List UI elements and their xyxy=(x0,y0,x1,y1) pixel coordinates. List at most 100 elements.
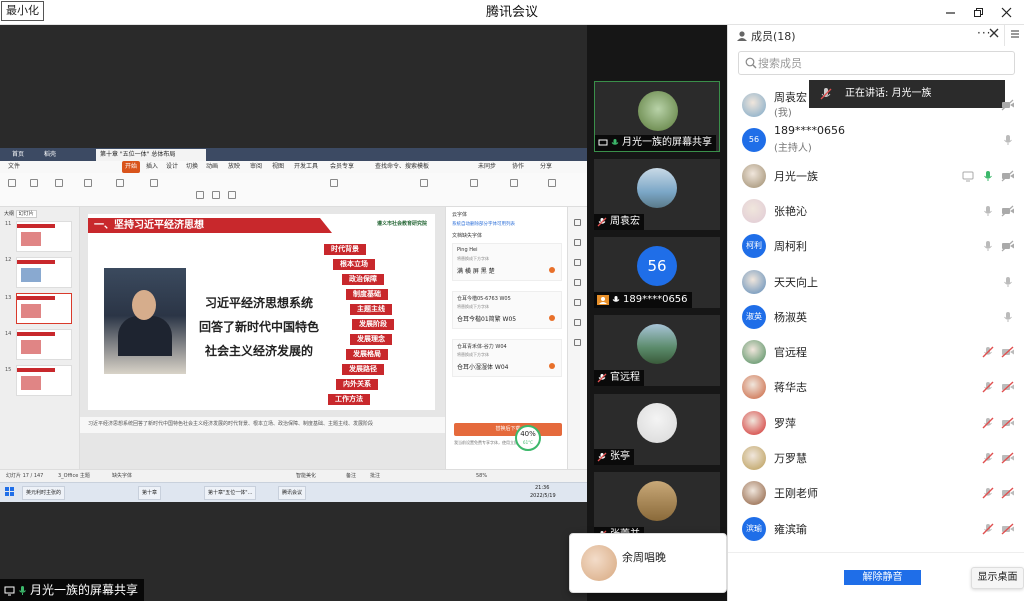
avatar xyxy=(637,403,677,443)
member-name: 王刚老师 xyxy=(774,487,818,501)
video-muted-icon xyxy=(1001,523,1014,535)
video-off-icon[interactable] xyxy=(1001,239,1015,253)
wps-tab-home: 首页 xyxy=(12,151,25,158)
member-row[interactable]: 张艳沁 xyxy=(728,194,1024,229)
member-row[interactable]: 56 189****0656 (主持人) xyxy=(728,123,1024,158)
video-muted-icon xyxy=(1001,417,1014,429)
member-row[interactable]: 天天向上 xyxy=(728,265,1024,300)
search-input[interactable] xyxy=(758,55,938,72)
picture-icon xyxy=(510,179,518,187)
video-muted-icon xyxy=(1001,346,1014,358)
mic-muted-icon[interactable] xyxy=(981,416,995,430)
mic-muted-icon[interactable] xyxy=(981,345,995,359)
avatar xyxy=(742,481,766,506)
video-muted-icon[interactable] xyxy=(1001,416,1015,430)
video-muted-icon xyxy=(1001,381,1014,393)
window-controls xyxy=(936,0,1020,25)
mic-icon[interactable] xyxy=(1001,275,1015,289)
mic-icon[interactable] xyxy=(981,204,995,218)
mic-muted-icon xyxy=(597,217,607,227)
close-button[interactable] xyxy=(992,0,1020,25)
member-row[interactable]: 柯利 周柯利 xyxy=(728,229,1024,264)
avatar xyxy=(581,545,617,581)
mic-icon[interactable] xyxy=(981,239,995,253)
close-icon xyxy=(989,28,999,38)
taskbar-item: 英元利时主张的 xyxy=(22,486,66,500)
wps-menu-item: 开始 xyxy=(122,161,141,173)
video-muted-icon[interactable] xyxy=(1001,451,1015,465)
mic-icon[interactable] xyxy=(1001,133,1015,147)
paste-icon xyxy=(8,179,16,187)
member-row[interactable]: 万罗慧 xyxy=(728,441,1024,476)
member-panel-footer: 解除静音 显示桌面 xyxy=(728,552,1024,601)
member-status-icons xyxy=(1001,133,1015,147)
screen-share-area[interactable]: 首页 稻壳 第十章 "五位一体" 总体布局 文件 开始 插入 设计 切换 动画 … xyxy=(0,25,587,601)
member-row[interactable]: 淑英 杨淑英 xyxy=(728,300,1024,335)
wps-toolbar xyxy=(0,173,587,207)
sharer-label: 月光一族的屏幕共享 xyxy=(0,579,145,601)
avatar xyxy=(742,375,766,400)
mic-active-icon[interactable] xyxy=(981,169,995,183)
keyword-tag: 制度基础 xyxy=(346,289,388,300)
screen-share-icon xyxy=(962,171,974,182)
mic-icon[interactable] xyxy=(1001,310,1015,324)
mic-muted-icon[interactable] xyxy=(981,380,995,394)
member-row[interactable]: 王刚老师 xyxy=(728,476,1024,511)
member-row[interactable]: 周袁宏 (我) xyxy=(728,88,1024,123)
close-panel-button[interactable] xyxy=(989,26,999,42)
member-panel-header: 成员(18) ··· xyxy=(728,25,1024,46)
avatar xyxy=(742,269,766,294)
video-off-icon[interactable] xyxy=(1001,98,1015,112)
restore-icon xyxy=(973,8,983,17)
avatar: 56 xyxy=(637,246,677,286)
wps-menu-item: 会员专享 xyxy=(330,163,355,170)
window-title: 腾讯会议 xyxy=(485,5,538,20)
video-tile[interactable]: 周袁宏 xyxy=(594,159,720,230)
member-row[interactable]: 蒋华志 xyxy=(728,370,1024,405)
video-tile[interactable]: 月光一族的屏幕共享 xyxy=(594,81,720,152)
video-off-icon[interactable] xyxy=(1001,169,1015,183)
search-icon xyxy=(745,57,757,69)
side-tool-icon xyxy=(574,339,581,346)
show-desktop-button[interactable]: 显示桌面 xyxy=(971,567,1024,589)
wps-menu-item: 设计 xyxy=(166,163,179,170)
keyword-tag: 内外关系 xyxy=(336,379,378,390)
screen-icon[interactable] xyxy=(961,169,975,183)
member-row[interactable]: 官远程 xyxy=(728,335,1024,370)
mic-muted-icon[interactable] xyxy=(981,486,995,500)
bold-icon xyxy=(196,191,204,199)
clock-date: 2022/5/19 xyxy=(530,493,556,499)
new-slide-icon xyxy=(116,179,124,187)
member-name: 官远程 xyxy=(774,346,807,360)
mic-muted-icon[interactable] xyxy=(981,522,995,536)
wps-menu-item: 审阅 xyxy=(250,163,263,170)
member-name: 天天向上 xyxy=(774,275,818,289)
tile-name-label: 周袁宏 xyxy=(594,214,644,230)
video-tile[interactable]: 官远程 xyxy=(594,315,720,386)
video-muted-icon[interactable] xyxy=(1001,345,1015,359)
video-muted-icon[interactable] xyxy=(1001,380,1015,394)
performance-circle: 40% 61°C xyxy=(515,425,541,451)
member-row[interactable]: 滨瑜 雍滨瑜 xyxy=(728,512,1024,547)
panel-menu-button[interactable] xyxy=(1004,25,1024,46)
tile-name-label: 张亭 xyxy=(594,449,634,465)
unmute-all-button[interactable]: 解除静音 xyxy=(844,570,921,585)
video-tile[interactable]: 张亭 xyxy=(594,394,720,465)
video-muted-icon[interactable] xyxy=(1001,522,1015,536)
restore-button[interactable] xyxy=(964,0,992,25)
minimize-button[interactable] xyxy=(936,0,964,25)
slide-text-line: 社会主义经济发展的 xyxy=(204,344,313,358)
member-panel: 成员(18) ··· 正在讲话: 月光一族 周袁宏(我)56189****065… xyxy=(727,25,1024,601)
video-muted-icon xyxy=(1001,487,1014,499)
video-tile[interactable]: 56 189****0656 xyxy=(594,237,720,308)
participant-popup[interactable]: 余周唱晚 xyxy=(569,533,727,593)
video-muted-icon[interactable] xyxy=(1001,486,1015,500)
slide-thumbnails: 大纲 幻灯片 11 12 13 14 15 xyxy=(0,207,80,490)
member-row[interactable]: 罗萍 xyxy=(728,406,1024,441)
video-off-icon[interactable] xyxy=(1001,204,1015,218)
screen-share-icon xyxy=(4,586,15,595)
member-row[interactable]: 月光一族 xyxy=(728,159,1024,194)
mic-muted-icon[interactable] xyxy=(981,451,995,465)
member-search[interactable] xyxy=(738,51,1015,75)
wps-menu-item: 切换 xyxy=(186,163,199,170)
